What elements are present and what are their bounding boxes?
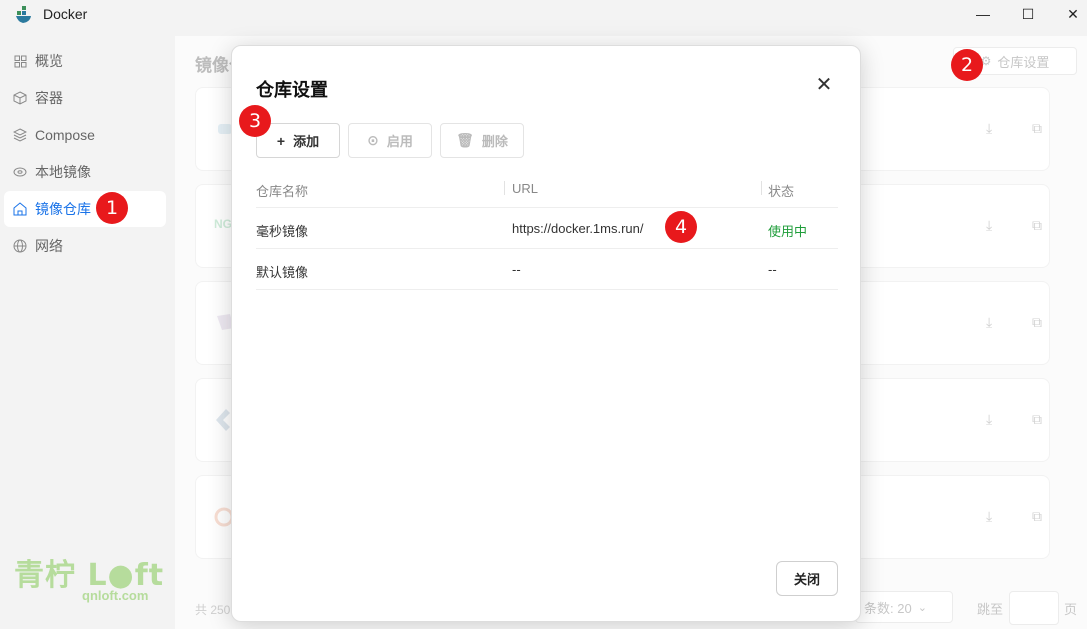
close-window-button[interactable]: ✕	[1050, 0, 1087, 28]
layers-icon	[12, 127, 28, 143]
watermark-logo: 青柠 L●ft qnloft.com	[14, 558, 165, 603]
sidebar-item-image-registry[interactable]: 镜像仓库	[4, 191, 166, 227]
sidebar-item-local-images[interactable]: 本地镜像	[4, 154, 166, 190]
title-bar: Docker — ☐ ✕	[0, 0, 1087, 36]
sidebar-item-containers[interactable]: 容器	[4, 80, 166, 116]
sidebar-item-compose[interactable]: Compose	[4, 117, 166, 153]
plus-icon: +	[276, 132, 286, 149]
sidebar: 概览 容器 Compose 本地镜像 镜像仓库 网络 青柠 L●ft qnlof…	[0, 36, 175, 629]
globe-icon	[12, 238, 28, 254]
cell-url: https://docker.1ms.run/	[512, 221, 644, 236]
column-header-name: 仓库名称	[256, 184, 309, 199]
column-divider	[761, 181, 762, 195]
callout-marker-4: 4	[665, 211, 697, 243]
cell-name: 默认镜像	[256, 265, 309, 280]
registry-table: 仓库名称 URL 状态 毫秒镜像 https://docker.1ms.run/…	[256, 168, 838, 290]
callout-marker-1: 1	[96, 192, 128, 224]
app-title: Docker	[43, 6, 88, 22]
grid-icon	[12, 53, 28, 69]
cell-status: --	[768, 262, 777, 277]
disk-icon	[12, 164, 28, 180]
table-row[interactable]: 毫秒镜像 https://docker.1ms.run/ 使用中	[256, 208, 838, 249]
column-header-url: URL	[512, 181, 539, 196]
maximize-button[interactable]: ☐	[1005, 0, 1051, 28]
docker-app-icon	[16, 6, 31, 23]
cube-icon	[12, 90, 28, 106]
callout-marker-2: 2	[951, 49, 983, 81]
cell-name: 毫秒镜像	[256, 224, 309, 239]
callout-marker-3: 3	[239, 105, 271, 137]
column-header-status: 状态	[768, 184, 795, 199]
column-divider	[504, 181, 505, 195]
close-dialog-button[interactable]: 关闭	[776, 561, 838, 596]
cell-url: --	[512, 262, 521, 277]
minimize-button[interactable]: —	[960, 0, 1006, 28]
enable-button[interactable]: ⊙ 启用	[348, 123, 432, 158]
table-header: 仓库名称 URL 状态	[256, 168, 838, 208]
sidebar-item-network[interactable]: 网络	[4, 228, 166, 264]
dialog-title: 仓库设置	[256, 80, 328, 100]
play-circle-icon: ⊙	[367, 132, 379, 148]
trash-icon: 🗑	[456, 132, 474, 148]
repo-settings-dialog: 仓库设置 ✕ + 添加 ⊙ 启用 🗑 删除 仓库名称 URL 状态 毫秒镜像 h…	[231, 45, 861, 622]
sidebar-item-overview[interactable]: 概览	[4, 43, 166, 79]
close-icon[interactable]: ✕	[812, 72, 836, 96]
delete-button[interactable]: 🗑 删除	[440, 123, 524, 158]
sidebar-item-label: Compose	[35, 127, 95, 143]
sidebar-item-label: 概览	[35, 53, 63, 69]
table-row[interactable]: 默认镜像 -- --	[256, 249, 838, 290]
cell-status: 使用中	[768, 224, 808, 239]
sidebar-item-label: 容器	[35, 90, 63, 106]
home-icon	[12, 201, 28, 217]
sidebar-item-label: 本地镜像	[35, 164, 91, 180]
sidebar-item-label: 镜像仓库	[35, 201, 91, 217]
sidebar-item-label: 网络	[35, 238, 63, 254]
